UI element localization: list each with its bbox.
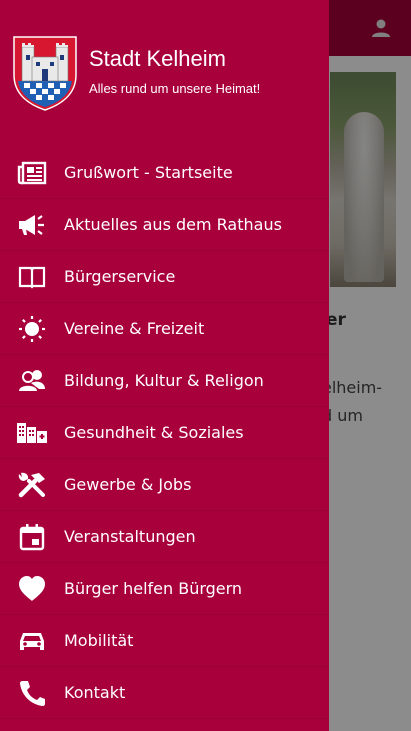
- drawer-header: Stadt Kelheim Alles rund um unsere Heima…: [0, 0, 329, 140]
- people-icon: [16, 367, 48, 395]
- menu-item-bildung[interactable]: Bildung, Kultur & Religon: [0, 355, 329, 407]
- menu-item-veranstaltungen[interactable]: Veranstaltungen: [0, 511, 329, 563]
- menu-item-kontakt[interactable]: Kontakt: [0, 667, 329, 719]
- menu-item-mobilitaet[interactable]: Mobilität: [0, 615, 329, 667]
- menu-item-aktuelles[interactable]: Aktuelles aus dem Rathaus: [0, 199, 329, 251]
- calendar-icon: [16, 523, 48, 551]
- menu-item-label: Gewerbe & Jobs: [64, 475, 192, 494]
- heart-icon: [16, 575, 48, 603]
- menu-item-label: Veranstaltungen: [64, 527, 196, 546]
- megaphone-icon: [16, 211, 48, 239]
- buildings-icon: [16, 419, 48, 447]
- menu-item-label: Bürgerservice: [64, 267, 176, 286]
- phone-icon: [16, 679, 48, 707]
- tools-icon: [16, 471, 48, 499]
- menu-item-label: Grußwort - Startseite: [64, 163, 233, 182]
- menu-item-label: Gesundheit & Soziales: [64, 423, 244, 442]
- menu-item-buerger-helfen[interactable]: Bürger helfen Bürgern: [0, 563, 329, 615]
- menu-item-label: Aktuelles aus dem Rathaus: [64, 215, 282, 234]
- coat-of-arms-logo: [12, 35, 78, 111]
- menu-item-label: Bürger helfen Bürgern: [64, 579, 243, 598]
- menu-item-vereine[interactable]: Vereine & Freizeit: [0, 303, 329, 355]
- menu-item-label: Bildung, Kultur & Religon: [64, 371, 264, 390]
- app-subtitle: Alles rund um unsere Heimat!: [89, 81, 261, 96]
- drawer-menu: Grußwort - Startseite Aktuelles aus dem …: [0, 147, 329, 719]
- menu-item-buergerservice[interactable]: Bürgerservice: [0, 251, 329, 303]
- book-icon: [16, 263, 48, 291]
- sun-icon: [16, 315, 48, 343]
- menu-item-gesundheit[interactable]: Gesundheit & Soziales: [0, 407, 329, 459]
- menu-item-label: Mobilität: [64, 631, 134, 650]
- navigation-drawer: Stadt Kelheim Alles rund um unsere Heima…: [0, 0, 329, 731]
- car-icon: [16, 627, 48, 655]
- newspaper-icon: [16, 159, 48, 187]
- menu-item-label: Kontakt: [64, 683, 126, 702]
- menu-item-label: Vereine & Freizeit: [64, 319, 205, 338]
- menu-item-grusswort[interactable]: Grußwort - Startseite: [0, 147, 329, 199]
- menu-item-gewerbe[interactable]: Gewerbe & Jobs: [0, 459, 329, 511]
- app-title: Stadt Kelheim: [89, 46, 226, 71]
